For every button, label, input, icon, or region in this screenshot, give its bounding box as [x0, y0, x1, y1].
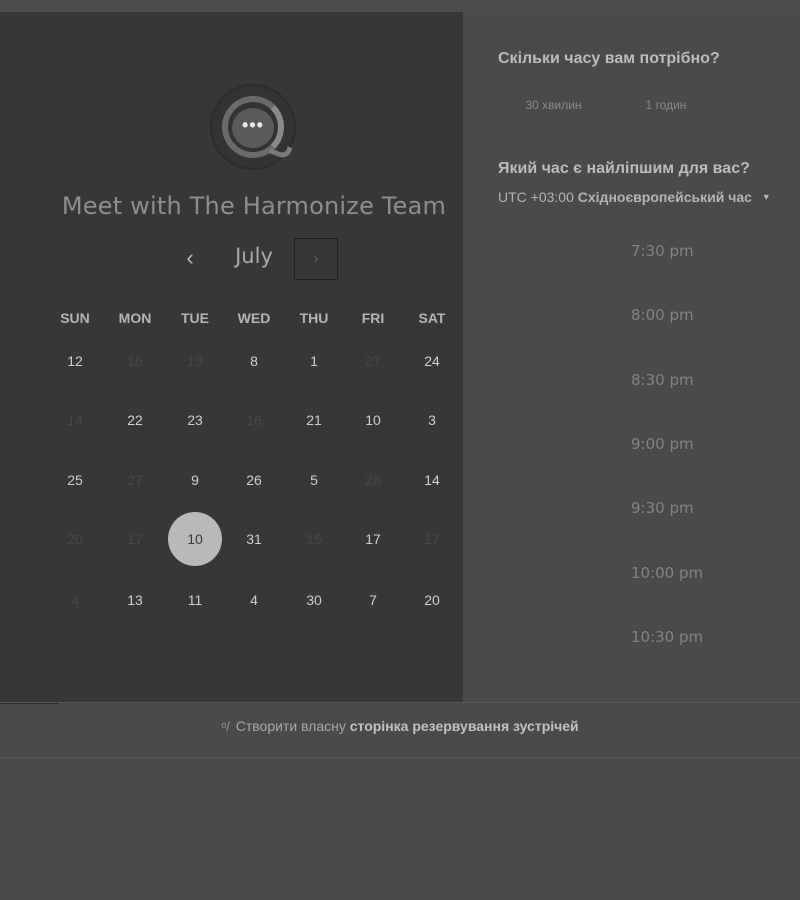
calendar-day: 28: [365, 472, 381, 488]
calendar-day[interactable]: 31: [227, 512, 281, 566]
sprocket-icon: ᵒ/: [221, 719, 230, 734]
top-strip: [0, 0, 800, 12]
weekday-label: SUN: [60, 310, 90, 326]
timezone-offset: UTC +03:00: [498, 189, 574, 205]
next-month-button[interactable]: ›: [294, 238, 338, 280]
weekday-label: SAT: [418, 310, 446, 326]
time-slot-button[interactable]: 7:30 pm: [500, 224, 800, 279]
calendar-day[interactable]: 3: [405, 393, 459, 447]
calendar-day: 4: [71, 592, 79, 608]
calendar-day[interactable]: 21: [287, 393, 341, 447]
time-slot-button[interactable]: 8:00 pm: [500, 288, 800, 344]
time-question: Який час є найліпшим для вас?: [498, 160, 750, 177]
month-label: July: [235, 244, 273, 268]
timezone-name: Східноєвропейський час: [577, 189, 752, 205]
calendar-day[interactable]: 17: [346, 512, 400, 566]
calendar-day[interactable]: 14: [405, 453, 459, 507]
calendar-day[interactable]: 8: [227, 334, 281, 388]
booking-panel: Скільки часу вам потрібно? 30 хвилин 1 г…: [463, 12, 800, 702]
calendar-day[interactable]: 25: [48, 453, 102, 507]
calendar-day[interactable]: 22: [108, 393, 162, 447]
calendar-day: 20: [67, 531, 83, 547]
month-navigation: ‹ July ›: [0, 238, 463, 282]
calendar-day[interactable]: 13: [108, 573, 162, 627]
time-slot-button[interactable]: 9:30 pm: [500, 481, 800, 537]
calendar-grid: 12 16 19 8 1 27 24 14 22 23 16 21 10 3 25 27 9 26 5 28 14 20 1…: [45, 332, 465, 632]
calendar-day: 17: [424, 531, 440, 547]
time-slot-button[interactable]: 8:30 pm: [500, 352, 800, 408]
page-title: Meet with The Harmonize Team: [61, 192, 447, 220]
prev-month-button[interactable]: ‹: [175, 238, 205, 282]
selected-date[interactable]: 10: [168, 512, 222, 566]
calendar-day[interactable]: 10: [346, 393, 400, 447]
weekday-label: MON: [118, 310, 152, 326]
calendar-day[interactable]: 20: [405, 573, 459, 627]
duration-1-hour-button[interactable]: 1 годин: [610, 88, 723, 122]
calendar-day[interactable]: 12: [48, 334, 102, 388]
weekday-header: SUN MON TUE WED THU FRI SAT: [45, 310, 465, 330]
chat-bubble-icon: •••: [210, 84, 296, 170]
duration-30-min-button[interactable]: 30 хвилин: [497, 88, 610, 122]
logo-tail: [268, 140, 293, 161]
duration-toggle: 30 хвилин 1 годин: [497, 88, 723, 122]
calendar-day: 19: [187, 353, 203, 369]
timezone-select[interactable]: UTC +03:00 Східноєвропейський час ▼: [498, 189, 771, 205]
calendar-day[interactable]: 4: [227, 573, 281, 627]
footer-prefix: Створити власну: [235, 718, 346, 734]
weekday-label: WED: [237, 310, 271, 326]
calendar-day: 16: [127, 353, 143, 369]
calendar-day: 27: [127, 472, 143, 488]
calendar-day: 17: [127, 531, 143, 547]
create-meetings-page-link[interactable]: сторінка резервування зустрічей: [350, 718, 579, 734]
calendar-panel: ••• Meet with The Harmonize Team ‹ July …: [0, 12, 465, 704]
weekday-label: THU: [299, 310, 329, 326]
calendar-day: 16: [246, 412, 262, 428]
chevron-down-icon: ▼: [761, 192, 771, 202]
logo-bubble: •••: [232, 108, 274, 148]
time-slot-button[interactable]: 10:30 pm: [500, 609, 800, 665]
calendar-day: 14: [67, 412, 83, 428]
calendar-day[interactable]: 7: [346, 573, 400, 627]
time-slot-button[interactable]: 10:00 pm: [500, 545, 800, 601]
calendar-day[interactable]: 24: [405, 334, 459, 388]
calendar-day: 27: [365, 353, 381, 369]
footer-divider-bottom: [0, 757, 800, 758]
calendar-day[interactable]: 30: [287, 573, 341, 627]
calendar-day: 15: [306, 531, 322, 547]
calendar-day[interactable]: 5: [287, 453, 341, 507]
time-slot-button[interactable]: 9:00 pm: [500, 416, 800, 472]
footer: ᵒ/ Створити власну сторінка резервування…: [0, 718, 800, 734]
calendar-day[interactable]: 11: [168, 573, 222, 627]
calendar-day[interactable]: 1: [287, 334, 341, 388]
weekday-label: FRI: [361, 310, 385, 326]
weekday-label: TUE: [181, 310, 209, 326]
calendar-day[interactable]: 9: [168, 453, 222, 507]
calendar-day[interactable]: 26: [227, 453, 281, 507]
calendar-day[interactable]: 23: [168, 393, 222, 447]
footer-divider-top: [0, 702, 800, 703]
duration-question: Скільки часу вам потрібно?: [498, 50, 720, 67]
